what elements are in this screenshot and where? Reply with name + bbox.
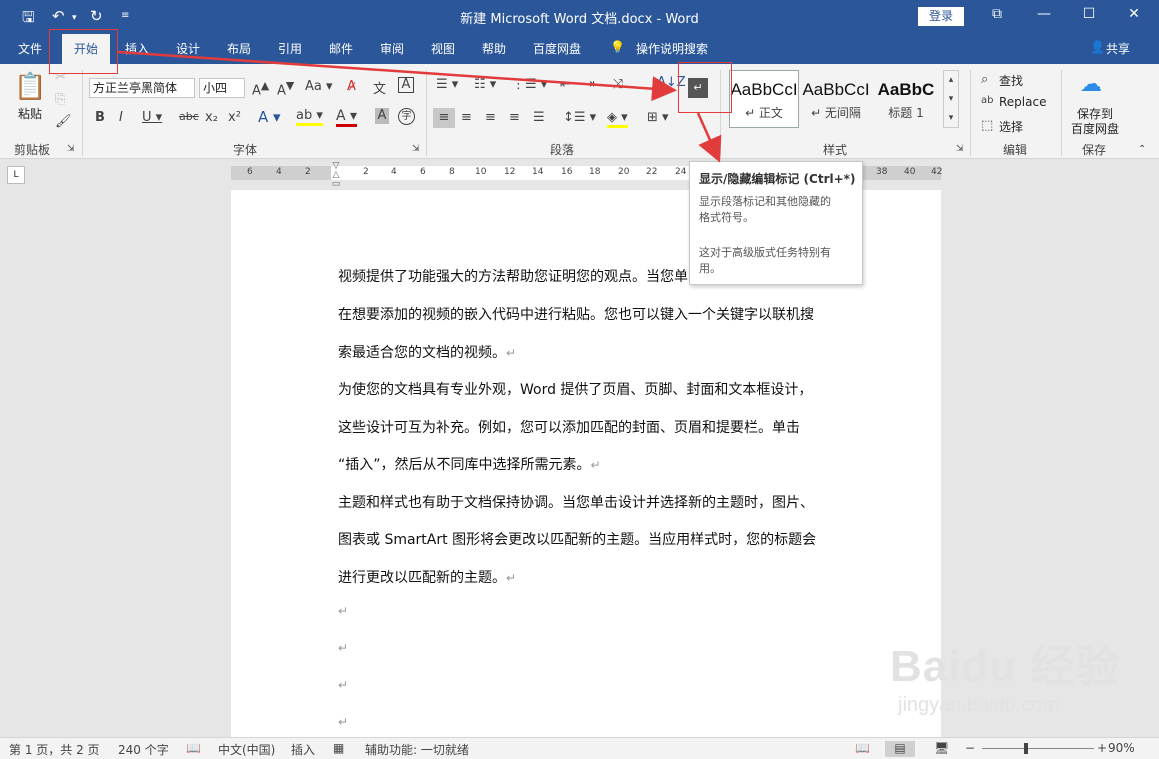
annotation-arrow-to-tooltip — [696, 112, 722, 163]
annotation-arrows — [117, 50, 722, 163]
annotation-arrow-to-button — [117, 50, 677, 102]
